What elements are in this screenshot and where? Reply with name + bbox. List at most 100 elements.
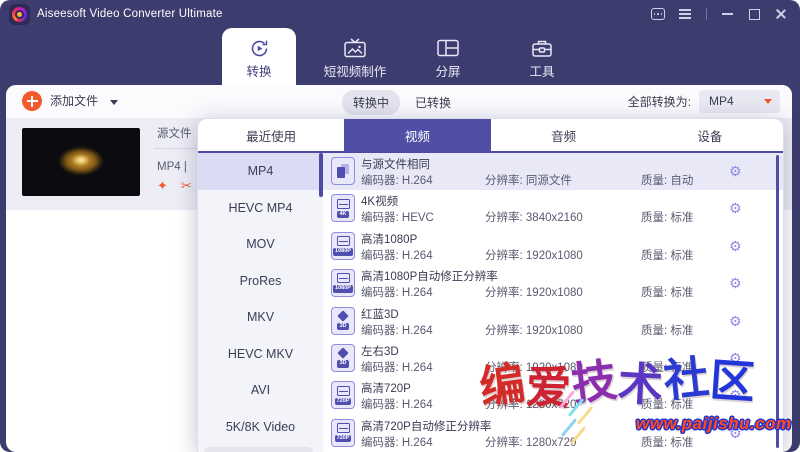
format-popup: 最近使用 视频 音频 设备 MP4 HEVC MP4 MOV ProRes MK… — [197, 118, 784, 452]
settings-gear-icon[interactable]: ⚙ — [729, 312, 742, 330]
format-title: 高清720P自动修正分辨率 — [361, 418, 491, 434]
format-title: 红蓝3D — [361, 306, 399, 322]
toggle-converted[interactable]: 已转换 — [415, 94, 451, 111]
tab-video[interactable]: 视频 — [344, 119, 490, 151]
format-type-icon: 3D — [331, 344, 355, 372]
app-title: Aiseesoft Video Converter Ultimate — [37, 0, 223, 28]
settings-gear-icon[interactable]: ⚙ — [729, 386, 742, 404]
sidebar-item-mp4[interactable]: MP4 — [198, 153, 323, 190]
settings-gear-icon[interactable]: ⚙ — [729, 274, 742, 292]
quality-field: 质量: 标准 — [641, 284, 693, 300]
sidebar-item-hevc-mp4[interactable]: HEVC MP4 — [198, 190, 323, 227]
format-type-icon: 1080P — [331, 269, 355, 297]
short-video-icon — [315, 37, 395, 59]
sidebar-item-avi[interactable]: AVI — [198, 372, 323, 409]
film-glyph-icon — [337, 199, 350, 209]
format-title: 4K视频 — [361, 193, 398, 209]
tab-toolbox[interactable]: 工具 — [512, 28, 572, 85]
format-type-icon: 4K — [331, 194, 355, 222]
settings-gear-icon[interactable]: ⚙ — [729, 237, 742, 255]
settings-gear-icon[interactable]: ⚙ — [729, 199, 742, 217]
format-type-icon — [331, 157, 355, 185]
sidebar-item-mov[interactable]: MOV — [198, 226, 323, 263]
format-row[interactable]: 与源文件相同 编码器: H.264 分辨率: 同源文件 质量: 自动 ⚙ — [323, 153, 783, 190]
tab-split-screen[interactable]: 分屏 — [418, 28, 478, 85]
file-format-info: MP4 | — [157, 161, 187, 173]
settings-gear-icon[interactable]: ⚙ — [729, 349, 742, 367]
controls-divider — [705, 7, 707, 21]
tab-convert-label: 转换 — [222, 61, 296, 80]
title-bar: Aiseesoft Video Converter Ultimate — [0, 0, 800, 28]
close-button[interactable] — [774, 7, 788, 21]
add-file-button[interactable]: 添加文件 — [50, 85, 98, 118]
settings-gear-icon[interactable]: ⚙ — [729, 424, 742, 442]
film-glyph-icon — [337, 273, 350, 283]
format-type-icon: 3D — [331, 307, 355, 335]
encoder-field: 编码器: H.264 — [361, 247, 433, 263]
toggle-converting[interactable]: 转换中 — [342, 90, 400, 115]
resolution-field: 分辨率: 1920x1080 — [485, 322, 583, 338]
tab-device[interactable]: 设备 — [637, 119, 783, 151]
split-screen-icon — [418, 37, 478, 59]
sidebar-item-prores[interactable]: ProRes — [198, 263, 323, 300]
tab-short-video-label: 短视频制作 — [315, 61, 395, 80]
format-popup-tabs: 最近使用 视频 音频 设备 — [198, 119, 783, 153]
format-row[interactable]: 3D 左右3D 编码器: H.264 分辨率: 1920x1080 质量: 标准… — [323, 340, 783, 377]
format-row[interactable]: 1080P 高清1080P 编码器: H.264 分辨率: 1920x1080 … — [323, 228, 783, 265]
film-glyph-icon — [337, 236, 350, 246]
format-title: 左右3D — [361, 343, 399, 359]
format-row[interactable]: 1080P 高清1080P自动修正分辨率 编码器: H.264 分辨率: 192… — [323, 265, 783, 302]
sidebar-item-5k-8k-video[interactable]: 5K/8K Video — [198, 409, 323, 446]
convert-icon — [222, 37, 296, 59]
format-title: 高清1080P自动修正分辨率 — [361, 268, 498, 284]
format-popup-body: MP4 HEVC MP4 MOV ProRes MKV HEVC MKV AVI… — [198, 153, 783, 452]
resolution-field: 分辨率: 1280x720 — [485, 396, 576, 412]
list-scrollbar[interactable] — [776, 155, 779, 448]
sidebar-item-mkv[interactable]: MKV — [198, 299, 323, 336]
quality-field: 质量: 标准 — [641, 396, 693, 412]
encoder-field: 编码器: H.264 — [361, 434, 433, 450]
quality-field: 质量: 标准 — [641, 359, 693, 375]
convert-to-group: 全部转换为: MP4 — [628, 90, 780, 113]
tab-convert[interactable]: 转换 — [222, 28, 296, 85]
quality-field: 质量: 标准 — [641, 209, 693, 225]
convert-to-value: MP4 — [709, 90, 734, 113]
effect-star-icon[interactable]: ✦ — [157, 178, 168, 194]
add-file-plus-icon[interactable] — [22, 91, 42, 111]
encoder-field: 编码器: H.264 — [361, 284, 433, 300]
minimize-button[interactable] — [720, 7, 734, 21]
video-thumbnail — [22, 128, 140, 196]
encoder-field: 编码器: H.264 — [361, 396, 433, 412]
format-row[interactable]: 3D 红蓝3D 编码器: H.264 分辨率: 1920x1080 质量: 标准… — [323, 303, 783, 340]
tab-recent[interactable]: 最近使用 — [198, 119, 344, 151]
convert-to-dropdown[interactable]: MP4 — [699, 90, 780, 113]
quality-field: 质量: 标准 — [641, 322, 693, 338]
tab-toolbox-label: 工具 — [512, 61, 572, 80]
dropdown-caret-icon — [764, 99, 772, 104]
format-type-icon: 720P — [331, 419, 355, 447]
feedback-icon[interactable] — [651, 7, 665, 21]
format-row[interactable]: 4K 4K视频 编码器: HEVC 分辨率: 3840x2160 质量: 标准 … — [323, 190, 783, 227]
maximize-button[interactable] — [747, 7, 761, 21]
format-row[interactable]: 720P 高清720P 编码器: H.264 分辨率: 1280x720 质量:… — [323, 377, 783, 414]
cube-glyph-icon — [337, 348, 348, 359]
header-divider — [154, 148, 201, 149]
format-row[interactable]: 720P 高清720P自动修正分辨率 编码器: H.264 分辨率: 1280x… — [323, 415, 783, 452]
format-list: 与源文件相同 编码器: H.264 分辨率: 同源文件 质量: 自动 ⚙ 4K … — [323, 153, 783, 452]
encoder-field: 编码器: HEVC — [361, 209, 434, 225]
cube-glyph-icon — [337, 310, 348, 321]
sidebar-item-hevc-mkv[interactable]: HEVC MKV — [198, 336, 323, 373]
cut-scissors-icon[interactable]: ✂ — [181, 178, 192, 194]
settings-gear-icon[interactable]: ⚙ — [729, 162, 742, 180]
tab-audio[interactable]: 音频 — [491, 119, 637, 151]
tab-short-video[interactable]: 短视频制作 — [315, 28, 395, 85]
source-file-header: 源文件 — [157, 125, 192, 141]
resolution-field: 分辨率: 1920x1080 — [485, 247, 583, 263]
menu-icon[interactable] — [678, 7, 692, 21]
popup-sidebar: MP4 HEVC MP4 MOV ProRes MKV HEVC MKV AVI… — [198, 153, 323, 452]
add-file-caret-icon[interactable] — [110, 100, 118, 105]
window-controls — [651, 0, 788, 28]
sidebar-item-partial[interactable] — [204, 447, 313, 452]
app-logo-icon — [9, 4, 30, 25]
resolution-field: 分辨率: 1920x1080 — [485, 284, 583, 300]
